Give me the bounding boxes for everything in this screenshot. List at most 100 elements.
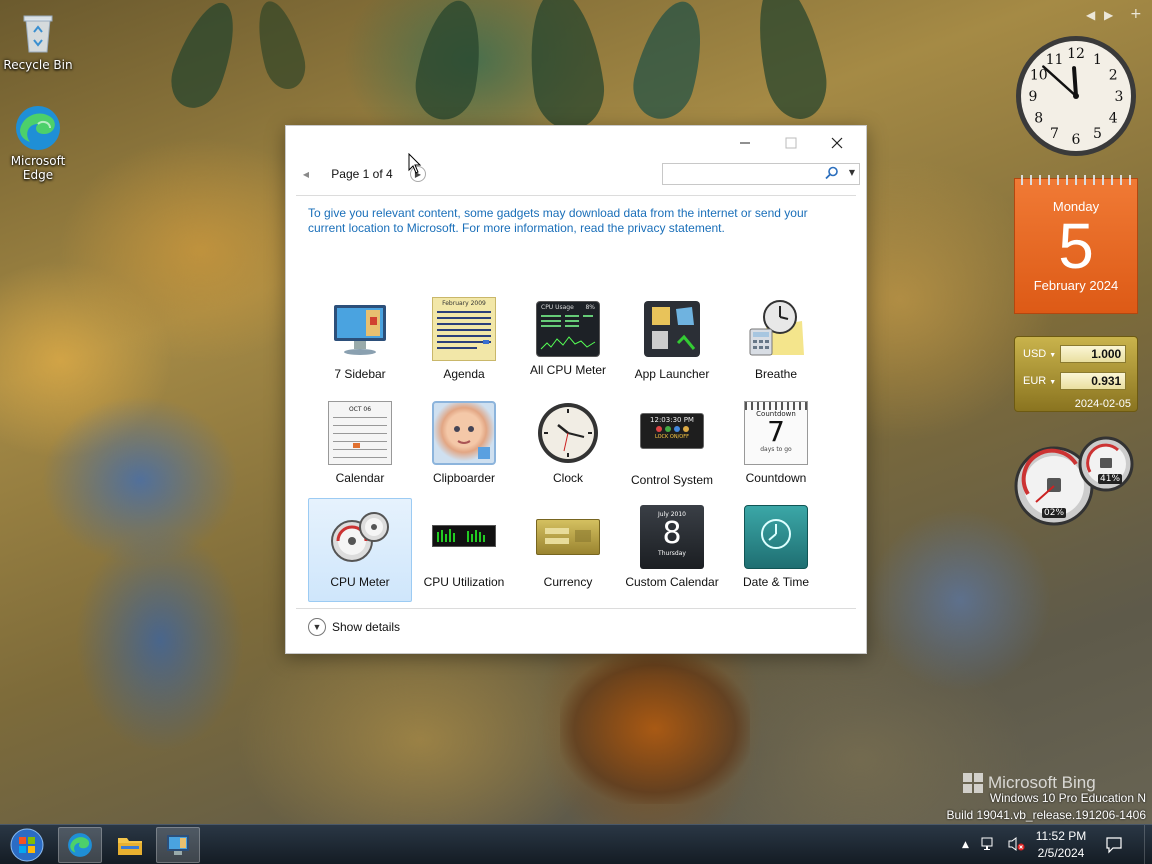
currency-from-select[interactable]: USD ▼: [1023, 348, 1056, 360]
clock-icon: [536, 401, 600, 465]
divider: [296, 608, 856, 609]
windows-build: Build 19041.vb_release.191206-1406: [946, 808, 1147, 822]
taskbar-time: 11:52 PM: [1035, 829, 1087, 843]
cpu-meter-icon: [328, 505, 392, 569]
custom-calendar-icon: July 2010 8 Thursday: [640, 505, 704, 569]
show-details-toggle[interactable]: ▼ Show details: [308, 618, 400, 636]
notification-icon: [1106, 837, 1122, 854]
gadget-name: Agenda: [443, 367, 485, 381]
search-box: ▼: [662, 163, 860, 185]
gadget-name: All CPU Meter: [529, 363, 606, 377]
gadget-tile-countdown[interactable]: Countdown 7 days to go Countdown: [724, 394, 828, 498]
gadget-tile-breathe[interactable]: Breathe: [724, 290, 828, 394]
gadget-tile-currency[interactable]: Currency: [516, 498, 620, 602]
gadget-name: Clipboarder: [432, 471, 496, 485]
gadget-name: App Launcher: [634, 367, 710, 381]
sidebar-next-button[interactable]: ▶: [1104, 8, 1113, 22]
clock-hour-hand: [1072, 66, 1078, 98]
taskbar-file-explorer-button[interactable]: [108, 827, 152, 863]
show-hidden-icons-button[interactable]: ▲: [962, 840, 969, 850]
folder-icon: [118, 838, 142, 855]
clock-numeral: 5: [1093, 126, 1102, 142]
chevron-left-icon: ◀: [302, 169, 310, 179]
gadget-tile-calendar[interactable]: OCT 06 Calendar: [308, 394, 412, 498]
currency-date: 2024-02-05: [1074, 398, 1131, 410]
gadget-name: Breathe: [754, 367, 798, 381]
currency-to-select[interactable]: EUR ▼: [1023, 375, 1056, 387]
start-button[interactable]: [4, 827, 50, 863]
countdown-sub: days to go: [760, 446, 792, 453]
gadget-grid: 7 Sidebar February 2009 Agenda CPU Usage…: [308, 290, 828, 602]
show-desktop-button[interactable]: [1144, 825, 1152, 864]
clock-gadget[interactable]: 12 1 2 3 4 5 6 7 8 9 10 11: [1014, 34, 1138, 158]
search-input[interactable]: [663, 164, 813, 184]
page-navigator: ◀ Page 1 of 4 ▶: [298, 164, 426, 184]
sidebar-add-gadget-button[interactable]: +: [1130, 6, 1142, 22]
agenda-month: February 2009: [442, 300, 486, 307]
volume-muted-icon[interactable]: [1007, 836, 1025, 855]
gadget-tile-date-time[interactable]: Date & Time: [724, 498, 828, 602]
privacy-notice-link[interactable]: To give you relevant content, some gadge…: [308, 206, 828, 236]
clock-numeral: 7: [1050, 126, 1059, 142]
search-icon[interactable]: [825, 166, 839, 183]
taskbar-gadgets-button[interactable]: [156, 827, 200, 863]
previous-page-button[interactable]: ◀: [298, 166, 314, 182]
maximize-button[interactable]: [768, 129, 814, 157]
mouse-cursor-icon: [408, 153, 422, 174]
gadget-tile-control-system[interactable]: 12:03:30 PM LOCK ON/OFF Control System: [620, 394, 724, 498]
gadget-tile-agenda[interactable]: February 2009 Agenda: [412, 290, 516, 394]
analog-clock-face: 12 12 3 45678 9 1011: [1016, 36, 1136, 156]
windows-orb-icon: [10, 828, 44, 862]
clock-numeral: 12: [1067, 46, 1085, 62]
clock-numeral: 11: [1046, 52, 1064, 68]
show-details-label: Show details: [332, 620, 401, 634]
search-dropdown-icon[interactable]: ▼: [849, 168, 855, 177]
desktop-icon-microsoft-edge[interactable]: Microsoft Edge: [0, 104, 76, 182]
currency-to-code: EUR: [1023, 375, 1047, 387]
currency-gadget: USD ▼ 1.000 EUR ▼ 0.931 2024-02-05: [1014, 336, 1138, 412]
gadget-name: Clock: [552, 471, 583, 485]
cpu-meter-gadget[interactable]: 02% 41%: [1014, 436, 1138, 528]
gadget-tile-clock[interactable]: Clock: [516, 394, 620, 498]
currency-to-value[interactable]: 0.931: [1060, 372, 1127, 390]
cpu-utilization-icon: [432, 525, 496, 547]
countdown-icon: Countdown 7 days to go: [744, 401, 808, 465]
clipboarder-icon: [432, 401, 496, 465]
action-center-button[interactable]: [1100, 827, 1128, 863]
gadget-tile-cpu-meter[interactable]: CPU Meter: [308, 498, 412, 602]
network-icon[interactable]: [981, 836, 997, 855]
gadget-tile-custom-calendar[interactable]: July 2010 8 Thursday Custom Calendar: [620, 498, 724, 602]
taskbar-clock[interactable]: 11:52 PM 2/5/2024: [1030, 828, 1092, 862]
date-time-icon: [744, 505, 808, 569]
sidebar-prev-button[interactable]: ◀: [1086, 8, 1095, 22]
currency-from-code: USD: [1023, 348, 1047, 360]
gadget-tile-clipboarder[interactable]: Clipboarder: [412, 394, 516, 498]
windows-edition: Windows 10 Pro Education N: [989, 791, 1146, 805]
desktop-icon-label: Recycle Bin: [3, 58, 73, 72]
chevron-down-icon: ▼: [1049, 352, 1057, 359]
control-system-icon: 12:03:30 PM LOCK ON/OFF: [640, 413, 704, 449]
gadget-tile-cpu-utilization[interactable]: CPU Utilization: [412, 498, 516, 602]
close-button[interactable]: [814, 129, 860, 157]
clock-numeral: 10: [1030, 68, 1048, 84]
minimize-icon: [740, 142, 750, 144]
taskbar: ▲ 11:52 PM 2/5/2024: [0, 824, 1152, 864]
windows-logo-icon: [963, 773, 983, 793]
gadget-name: Date & Time: [742, 575, 810, 589]
minimize-button[interactable]: [722, 129, 768, 157]
custom-calendar-day: Thursday: [658, 550, 686, 557]
page-label: Page 1 of 4: [331, 167, 393, 181]
gadget-tile-app-launcher[interactable]: App Launcher: [620, 290, 724, 394]
calendar-gadget[interactable]: Monday 5 February 2024: [1014, 175, 1138, 314]
calendar-icon: OCT 06: [328, 401, 392, 465]
plus-icon: +: [1130, 6, 1142, 22]
taskbar-date: 2/5/2024: [1037, 846, 1085, 860]
gadget-name: Control System: [630, 473, 714, 487]
gadget-tile-all-cpu-meter[interactable]: CPU Usage 8% All CPU Meter: [516, 290, 620, 394]
desktop-icon-recycle-bin[interactable]: Recycle Bin: [0, 8, 76, 72]
currency-icon: [536, 519, 600, 555]
gadget-name: 7 Sidebar: [334, 367, 386, 381]
currency-from-value[interactable]: 1.000: [1060, 345, 1127, 363]
taskbar-edge-button[interactable]: [58, 827, 102, 863]
gadget-tile-7-sidebar[interactable]: 7 Sidebar: [308, 290, 412, 394]
